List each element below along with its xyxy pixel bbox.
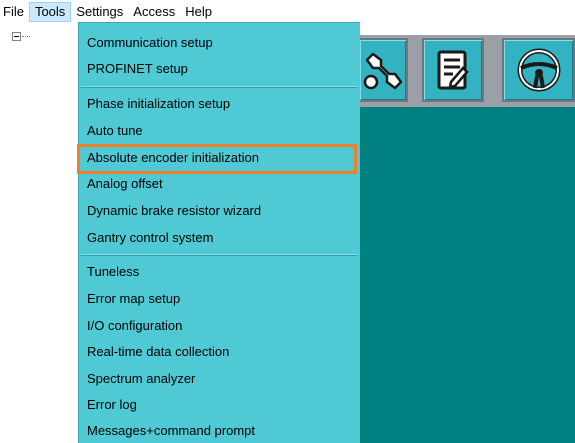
menu-item-profinet-setup[interactable]: PROFINET setup — [79, 57, 361, 81]
steering-wheel-icon — [517, 48, 560, 92]
toolbar-button-settings[interactable] — [358, 38, 408, 102]
toolbar-button-steering[interactable] — [502, 38, 575, 102]
menu-access[interactable]: Access — [128, 2, 180, 22]
menu-item-phase-initialization-setup[interactable]: Phase initialization setup — [79, 92, 361, 116]
menu-item-dynamic-brake-resistor-wizard[interactable]: Dynamic brake resistor wizard — [79, 199, 361, 223]
tree-connector-line — [22, 36, 30, 37]
menu-file[interactable]: File — [0, 2, 29, 22]
menu-item-spectrum-analyzer[interactable]: Spectrum analyzer — [79, 367, 361, 391]
menu-separator — [81, 254, 357, 256]
menu-item-auto-tune[interactable]: Auto tune — [79, 119, 361, 143]
tree-collapse-icon[interactable] — [12, 32, 21, 41]
menu-separator — [81, 86, 357, 88]
menu-item-io-configuration[interactable]: I/O configuration — [79, 314, 361, 338]
menubar: File Tools Settings Access Help — [0, 0, 575, 22]
wrench-icon — [363, 52, 403, 90]
menu-item-real-time-data-collection[interactable]: Real-time data collection — [79, 340, 361, 364]
menu-help[interactable]: Help — [180, 2, 217, 22]
tools-menu: Communication setup PROFINET setup Phase… — [78, 22, 360, 443]
menu-settings[interactable]: Settings — [71, 2, 128, 22]
menu-tools[interactable]: Tools — [28, 1, 72, 22]
menu-item-tuneless[interactable]: Tuneless — [79, 260, 361, 284]
menu-item-error-map-setup[interactable]: Error map setup — [79, 287, 361, 311]
menu-item-analog-offset[interactable]: Analog offset — [79, 172, 361, 196]
menu-item-error-log[interactable]: Error log — [79, 393, 361, 417]
menu-item-communication-setup[interactable]: Communication setup — [79, 31, 361, 55]
toolbar-button-document[interactable] — [422, 38, 484, 102]
document-edit-icon — [437, 50, 469, 90]
menu-item-gantry-control-system[interactable]: Gantry control system — [79, 226, 361, 250]
menu-item-messages-command-prompt[interactable]: Messages+command prompt — [79, 419, 361, 443]
highlight-box — [77, 144, 357, 174]
